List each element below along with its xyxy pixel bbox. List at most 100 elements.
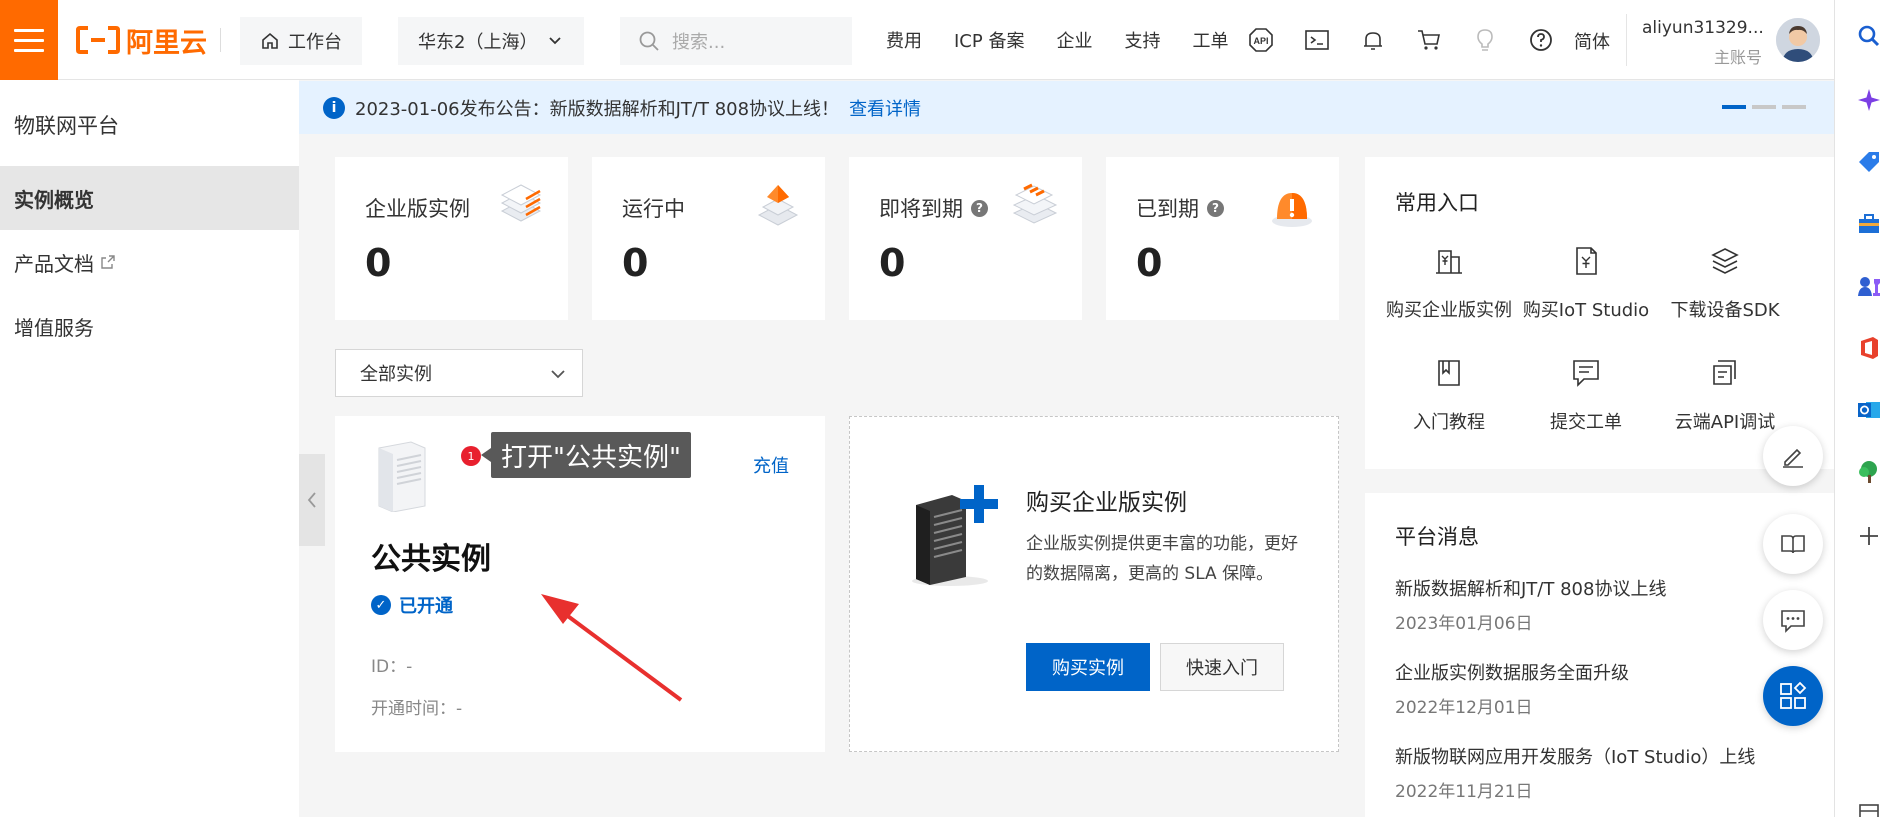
stat-card-running: 运行中 0 [592, 157, 825, 320]
aliyun-logo-icon [76, 26, 120, 54]
apps-float-button[interactable] [1763, 666, 1823, 726]
office-icon[interactable] [1855, 334, 1883, 362]
status-text: 已开通 [399, 596, 453, 617]
workbench-button[interactable]: 工作台 [240, 17, 362, 65]
sidebar-item-label: 增值服务 [14, 315, 94, 340]
terminal-icon[interactable] [1304, 27, 1330, 53]
stat-card-expiring-soon: 即将到期? 0 [849, 157, 1082, 320]
help-icon[interactable]: ? [971, 199, 988, 217]
avatar[interactable] [1776, 18, 1820, 62]
calendar-stack-icon [1012, 183, 1058, 224]
lightbulb-icon[interactable] [1472, 27, 1498, 53]
public-instance-card[interactable]: 1 打开"公共实例" 充值 公共实例 ✓ 已开通 ID：- 开通时间：- [335, 416, 825, 752]
recharge-link[interactable]: 充值 [753, 452, 789, 478]
apps-grid-icon [1780, 681, 1807, 709]
info-icon: i [323, 96, 345, 119]
message-title: 企业版实例数据服务全面升级 [1395, 663, 1629, 684]
stat-value: 0 [365, 241, 392, 285]
check-circle-icon: ✓ [371, 595, 391, 615]
region-label: 华东2（上海） [418, 32, 538, 53]
sidebar-collapse-button[interactable] [299, 454, 325, 546]
server-plus-icon [912, 485, 998, 586]
nav-link-billing[interactable]: 费用 [886, 27, 922, 53]
quick-entry-label: 云端API调试 [1674, 412, 1776, 433]
tree-icon[interactable] [1855, 458, 1883, 486]
quick-entry-buy-enterprise[interactable]: 购买企业版实例 [1379, 245, 1519, 322]
buy-card-description: 企业版实例提供更丰富的功能，更好的数据隔离，更高的 SLA 保障。 [1026, 534, 1298, 584]
outlook-icon[interactable] [1855, 396, 1883, 424]
sidebar-item-product-docs[interactable]: 产品文档 [0, 230, 299, 294]
message-date: 2023年01月06日 [1395, 614, 1533, 634]
quick-entry-title: 常用入口 [1395, 191, 1479, 215]
carousel-dot[interactable] [1752, 105, 1776, 109]
list-item[interactable]: 新版数据解析和JT/T 808协议上线 2023年01月06日 [1395, 575, 1825, 634]
carousel-dot[interactable] [1722, 105, 1746, 109]
dropdown-selected-value: 全部实例 [360, 364, 432, 385]
message-title: 新版数据解析和JT/T 808协议上线 [1395, 579, 1667, 600]
notification-badge: 1 [461, 446, 481, 466]
nav-link-ticket[interactable]: 工单 [1192, 27, 1228, 53]
search-placeholder: 搜索... [672, 32, 726, 53]
sidebar-item-instance-overview[interactable]: 实例概览 [0, 166, 299, 230]
platform-messages-title: 平台消息 [1395, 525, 1479, 549]
home-icon [262, 32, 278, 49]
quick-entry-submit-ticket[interactable]: 提交工单 [1516, 357, 1656, 434]
stat-card-enterprise-instances: 企业版实例 0 [335, 157, 568, 320]
search-icon[interactable] [1855, 22, 1883, 50]
api-icon[interactable]: API [1248, 27, 1274, 53]
chevron-left-icon [307, 492, 316, 508]
hamburger-menu-button[interactable] [0, 0, 58, 80]
nav-link-enterprise[interactable]: 企业 [1056, 27, 1092, 53]
header-icon-group: API [1248, 0, 1554, 80]
stacked-layers-icon [500, 184, 542, 222]
sidebar-item-value-added-services[interactable]: 增值服务 [0, 294, 299, 358]
list-item[interactable]: 企业版实例数据服务全面升级 2022年12月01日 [1395, 659, 1825, 718]
aliyun-logo[interactable]: 阿里云 [76, 24, 207, 59]
search-input[interactable]: 搜索... [620, 17, 852, 65]
cart-icon[interactable] [1416, 27, 1442, 53]
stat-label: 企业版实例 [365, 197, 470, 221]
guide-tooltip: 打开"公共实例" [481, 432, 691, 478]
instance-filter-dropdown[interactable]: 全部实例 [335, 349, 583, 397]
panel-toggle-icon[interactable] [1855, 800, 1883, 817]
nav-link-support[interactable]: 支持 [1124, 27, 1160, 53]
quick-entry-label: 购买IoT Studio [1522, 300, 1650, 321]
bell-icon[interactable] [1360, 27, 1386, 53]
quick-entry-buy-iot-studio[interactable]: 购买IoT Studio [1516, 245, 1656, 322]
edit-float-button[interactable] [1763, 426, 1823, 486]
quick-entry-download-sdk[interactable]: 下载设备SDK [1655, 245, 1795, 322]
quick-entry-api-debug[interactable]: 云端API调试 [1655, 357, 1795, 434]
toolbox-icon[interactable] [1855, 210, 1883, 238]
top-navigation-bar: 阿里云 工作台 华东2（上海） 搜索... 费用 ICP 备案 企业 支持 工单… [0, 0, 1834, 80]
sparkle-icon[interactable] [1855, 86, 1883, 114]
search-icon [639, 31, 659, 51]
chevron-down-icon [551, 370, 565, 379]
user-avatar-icon [1776, 18, 1820, 62]
language-switch[interactable]: 简体 [1574, 28, 1610, 54]
list-item[interactable]: 新版物联网应用开发服务（IoT Studio）上线 2022年11月21日 [1395, 743, 1825, 802]
announcement-details-link[interactable]: 查看详情 [849, 95, 921, 121]
help-icon[interactable]: ? [1207, 199, 1224, 217]
quick-entry-label: 入门教程 [1413, 412, 1485, 433]
add-icon[interactable] [1855, 522, 1883, 550]
carousel-indicators [1722, 105, 1806, 109]
chat-float-button[interactable] [1763, 590, 1823, 650]
api-icon-text: API [1253, 36, 1268, 46]
quick-start-button[interactable]: 快速入门 [1160, 643, 1284, 691]
pencil-icon [1783, 448, 1803, 468]
tag-icon[interactable] [1855, 148, 1883, 176]
stat-label: 已到期 [1136, 197, 1199, 221]
carousel-dot[interactable] [1782, 105, 1806, 109]
help-icon[interactable] [1528, 27, 1554, 53]
docs-float-button[interactable] [1763, 514, 1823, 574]
buy-instance-button[interactable]: 购买实例 [1026, 643, 1150, 691]
quick-entry-tutorial[interactable]: 入门教程 [1379, 357, 1519, 434]
region-selector[interactable]: 华东2（上海） [398, 17, 584, 65]
stat-label: 运行中 [622, 197, 685, 221]
nav-link-icp[interactable]: ICP 备案 [954, 27, 1024, 53]
user-account[interactable]: aliyun31329... 主账号 [1642, 18, 1764, 68]
red-arrow-annotation [541, 594, 683, 702]
sidebar-item-label: 实例概览 [14, 187, 94, 212]
stat-value: 0 [1136, 241, 1163, 285]
chess-icon[interactable] [1855, 272, 1883, 300]
